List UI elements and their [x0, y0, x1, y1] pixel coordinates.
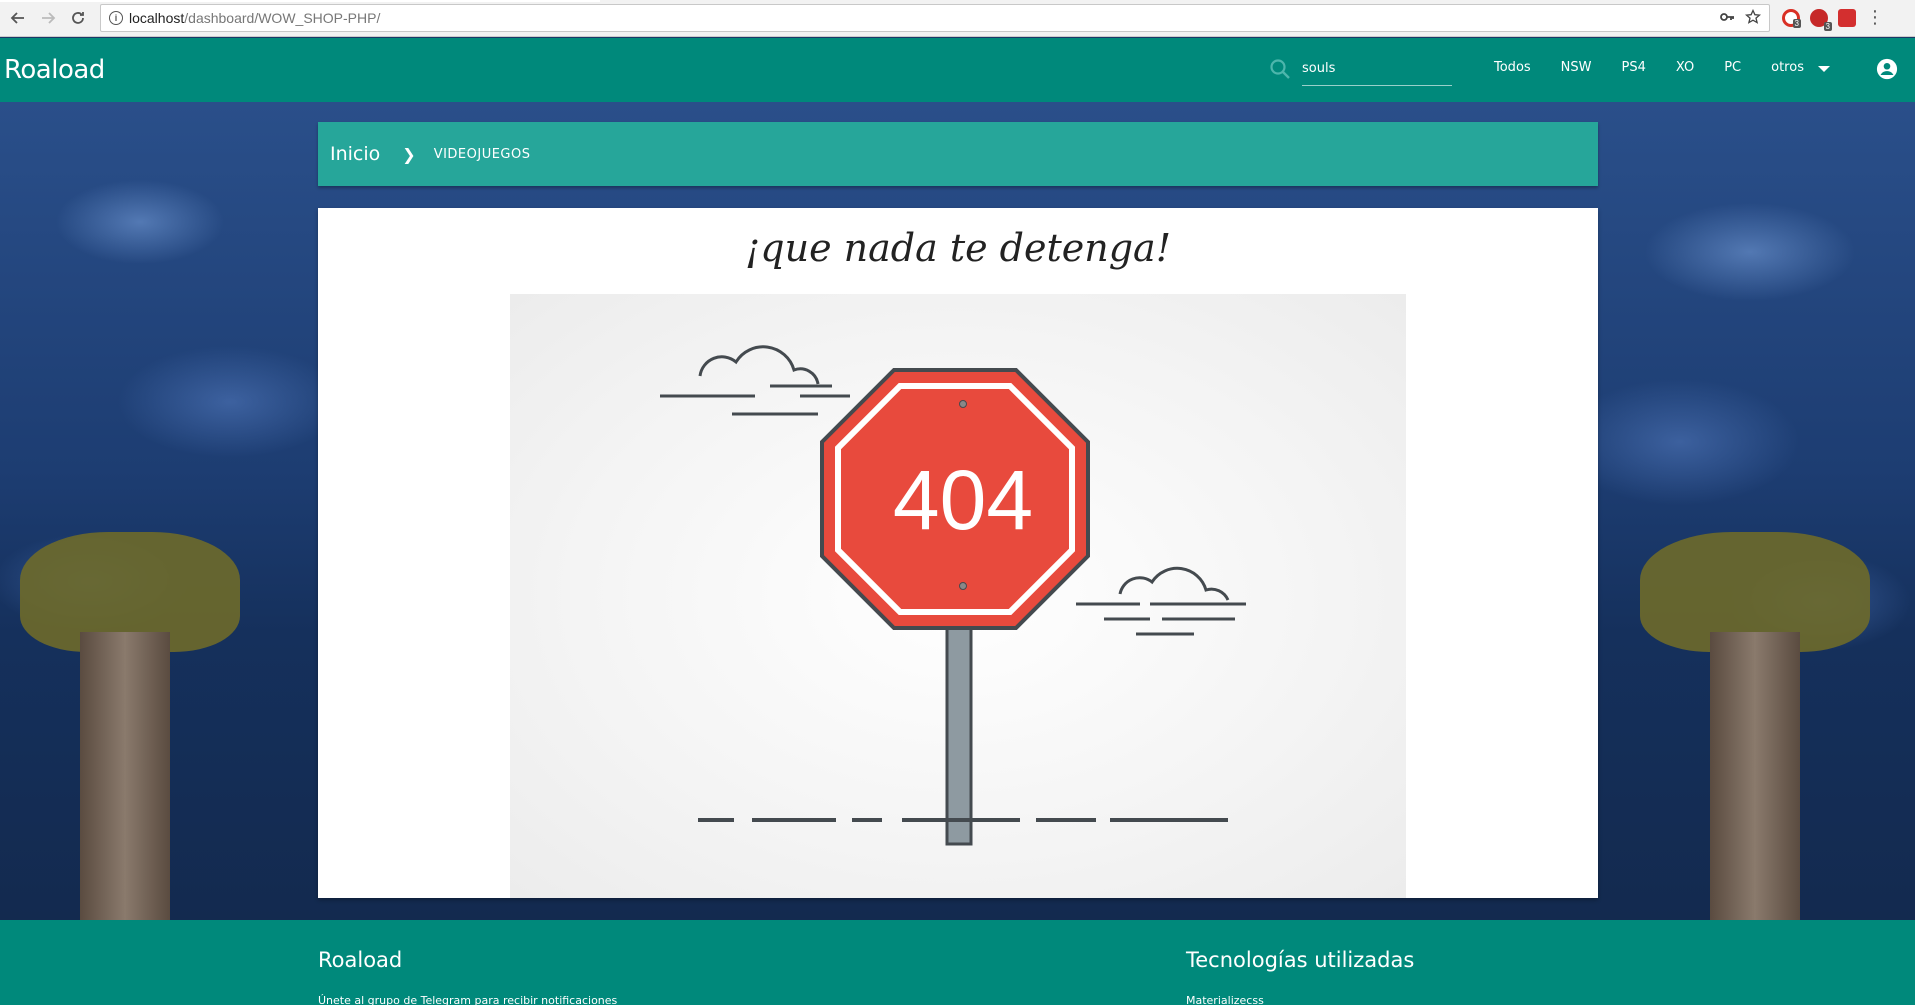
extension-adblock-icon[interactable]: 3 [1810, 9, 1832, 31]
reload-icon [72, 12, 84, 24]
nav-link-otros[interactable]: otros [1771, 60, 1804, 75]
search-icon [1270, 59, 1290, 79]
extension-badge-1: 3 [1792, 19, 1801, 28]
error-card: ¡que nada te detenga! 404 [318, 208, 1598, 898]
url-path: /dashboard/WOW_SHOP-PHP/ [184, 10, 381, 26]
footer-brand-title: Roaload [318, 948, 403, 972]
background-tree-right [1600, 532, 1900, 922]
info-icon[interactable]: i [109, 11, 123, 25]
footer-tech-title: Tecnologías utilizadas [1186, 948, 1415, 972]
browser-menu-icon[interactable]: ⋮ [1866, 9, 1884, 27]
address-bar[interactable]: i localhost/dashboard/WOW_SHOP-PHP/ [100, 4, 1770, 32]
nav-link-nsw[interactable]: NSW [1561, 60, 1592, 75]
browser-toolbar: i localhost/dashboard/WOW_SHOP-PHP/ 3 3 … [0, 0, 1915, 37]
nav-link-xo[interactable]: XO [1676, 60, 1694, 75]
nav-link-todos[interactable]: Todos [1494, 60, 1531, 75]
site-footer: Roaload Únete al grupo de Telegram para … [0, 920, 1915, 1005]
tab-strip [0, 0, 600, 2]
footer-telegram-text[interactable]: Únete al grupo de Telegram para recibir … [318, 994, 617, 1005]
search-bar [1268, 52, 1452, 86]
arrow-left-icon [10, 12, 24, 24]
background-tree-left [0, 532, 280, 922]
star-icon[interactable] [1745, 9, 1761, 25]
extension-badge-2: 3 [1823, 22, 1832, 31]
forward-button[interactable] [36, 6, 60, 30]
reload-button[interactable] [66, 6, 90, 30]
chevron-right-icon: ❯ [402, 144, 416, 164]
url-host: localhost [129, 10, 185, 26]
page-title: ¡que nada te detenga! [745, 226, 1171, 270]
error-illustration: 404 [510, 294, 1406, 898]
platform-nav: Todos NSW PS4 XO PC otros [1494, 60, 1830, 75]
back-button[interactable] [6, 6, 30, 30]
cloud-right-icon [1076, 566, 1246, 636]
search-input[interactable] [1302, 52, 1452, 86]
account-circle-icon[interactable] [1876, 58, 1898, 80]
stop-sign-illustration: 404 [660, 345, 1246, 846]
arrow-right-icon [42, 12, 56, 24]
breadcrumb-current[interactable]: VIDEOJUEGOS [434, 147, 531, 162]
nav-link-ps4[interactable]: PS4 [1622, 60, 1646, 75]
breadcrumb: Inicio ❯ VIDEOJUEGOS [318, 122, 1598, 186]
top-navbar: Roaload Todos NSW PS4 XO PC otros [0, 38, 1915, 102]
sign-pole [945, 612, 973, 846]
cloud-left-icon [660, 345, 850, 416]
key-icon[interactable] [1719, 9, 1735, 25]
breadcrumb-home[interactable]: Inicio [330, 143, 380, 165]
dropdown-caret-icon[interactable] [1817, 65, 1830, 72]
nav-link-pc[interactable]: PC [1724, 60, 1741, 75]
extension-opera-icon[interactable]: 3 [1782, 9, 1801, 28]
sign-404-text: 404 [893, 453, 1033, 547]
footer-tech-link[interactable]: Materializecss [1186, 994, 1264, 1005]
brand-logo[interactable]: Roaload [4, 55, 105, 85]
extension-pdf-icon[interactable] [1838, 9, 1856, 27]
